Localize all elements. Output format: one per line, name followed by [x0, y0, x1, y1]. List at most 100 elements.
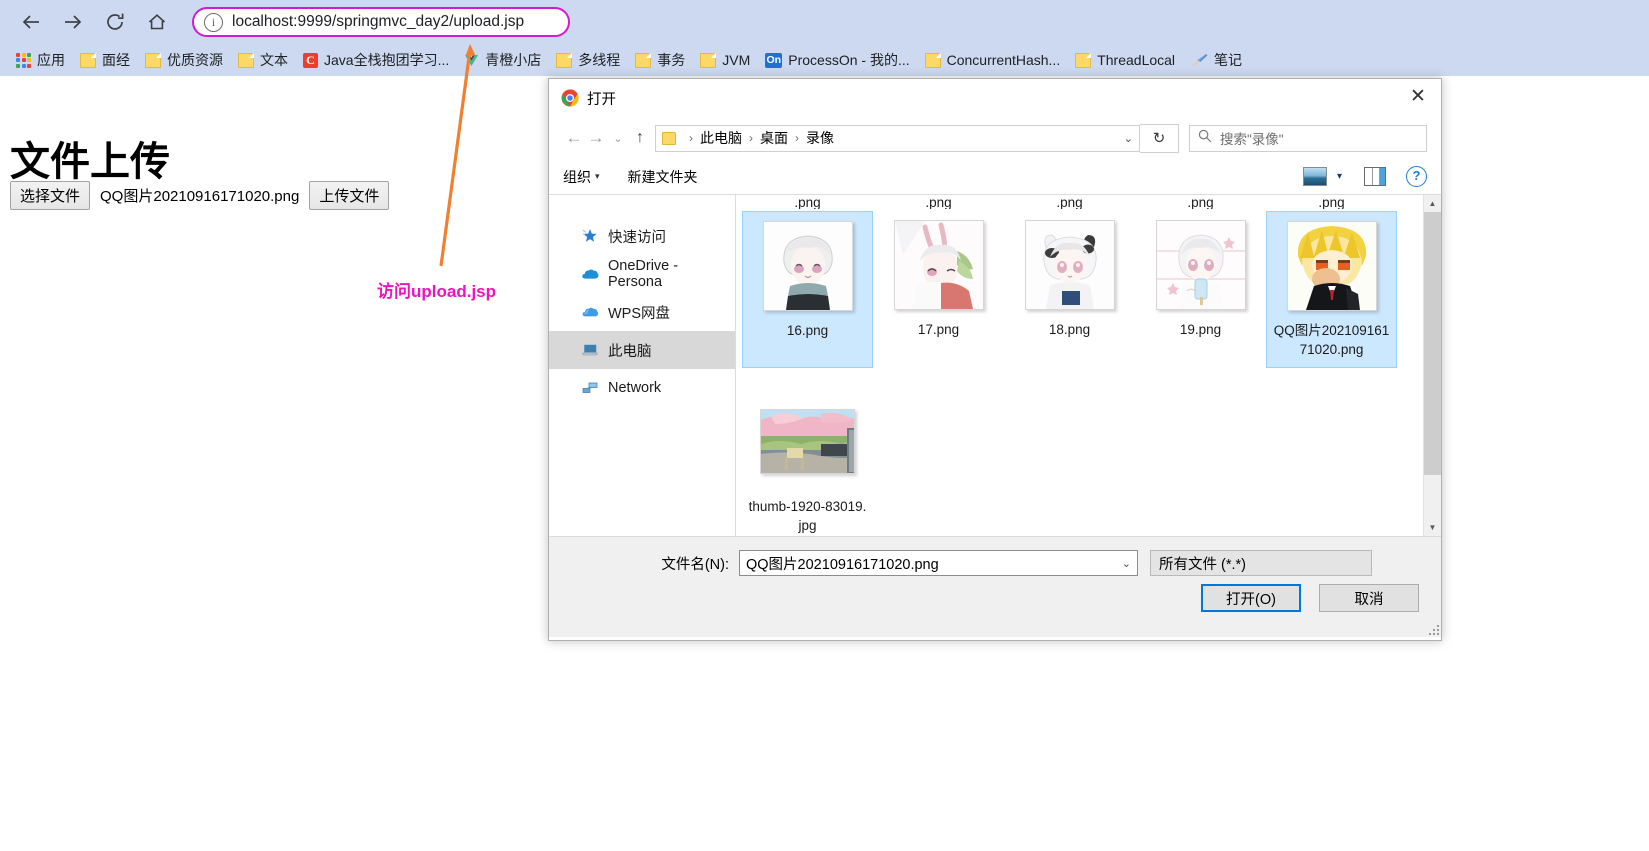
file-item-qq-image[interactable]: QQ图片20210916171020.png [1266, 211, 1397, 368]
open-button[interactable]: 打开(O) [1201, 584, 1301, 612]
sidebar-item-label: Network [608, 380, 661, 396]
file-name-label: 19.png [1180, 320, 1221, 339]
file-name-label: 17.png [918, 320, 959, 339]
filename-input-value: QQ图片20210916171020.png [746, 553, 1122, 574]
search-input[interactable]: 搜索"录像" [1189, 125, 1427, 152]
help-icon[interactable]: ? [1406, 166, 1427, 187]
thumbnail-anime-cow-hood [1025, 220, 1115, 310]
file-name-label: thumb-1920-83019.jpg [749, 497, 867, 535]
file-item-17[interactable]: 17.png [873, 211, 1004, 368]
organize-menu[interactable]: 组织 ▾ [563, 167, 600, 187]
dialog-recent-locations-icon[interactable]: ⌄ [607, 132, 629, 145]
sidebar-item-network[interactable]: Network [549, 369, 735, 407]
dialog-title: 打开 [587, 88, 616, 109]
sidebar-item-label: OneDrive - Persona [608, 258, 735, 290]
dialog-title-bar: 打开 ✕ [549, 79, 1441, 117]
search-icon [1198, 129, 1212, 148]
thumbnail-wrap [1153, 217, 1248, 312]
file-type-filter-value: 所有文件 (*.*) [1159, 553, 1246, 574]
file-name-label: QQ图片20210916171020.png [1273, 321, 1391, 359]
breadcrumb-item-desktop[interactable]: 桌面 [760, 128, 788, 148]
filename-label: 文件名(N): [549, 553, 739, 574]
sidebar-item-label: 此电脑 [608, 340, 652, 361]
onedrive-cloud-icon [581, 265, 599, 283]
sidebar-item-this-pc[interactable]: 此电脑 [549, 331, 735, 369]
refresh-button[interactable]: ↻ [1140, 124, 1179, 153]
dialog-bottom-bar: 文件名(N): QQ图片20210916171020.png ⌄ 所有文件 (*… [549, 536, 1441, 637]
partial-file-label: .png [742, 195, 873, 209]
view-large-icons-icon[interactable] [1303, 167, 1327, 186]
this-pc-icon [581, 341, 599, 359]
toolbar-right-group: ▾ ? [1303, 166, 1427, 187]
network-icon [581, 379, 599, 397]
file-name-label: 16.png [787, 321, 828, 340]
folder-icon [662, 132, 676, 145]
dialog-sidebar: 快速访问 OneDrive - Persona WPS网盘 此电脑 [549, 195, 736, 536]
breadcrumb-item-recordings[interactable]: 录像 [806, 128, 834, 148]
wps-cloud-icon [581, 303, 599, 321]
file-item-18[interactable]: 18.png [1004, 211, 1135, 368]
thumbnail-wrap [760, 394, 855, 489]
file-item-thumb-1920[interactable]: thumb-1920-83019.jpg [742, 388, 873, 536]
chevron-down-icon[interactable]: ⌄ [1122, 557, 1131, 570]
file-list-area[interactable]: .png .png .png .png .png [736, 195, 1441, 536]
file-list-scrollbar[interactable]: ▲ ▼ [1423, 195, 1441, 536]
new-folder-button[interactable]: 新建文件夹 [628, 167, 698, 187]
resize-grip[interactable] [1427, 623, 1439, 635]
file-item-19[interactable]: 19.png [1135, 211, 1266, 368]
file-grid: 16.png [736, 211, 1441, 536]
dialog-address-row: ← → ⌄ ↑ › 此电脑 › 桌面 › 录像 ⌄ ↻ 搜索"录像" [549, 117, 1441, 159]
filename-input[interactable]: QQ图片20210916171020.png ⌄ [739, 550, 1138, 576]
annotation-visit-upload-jsp: 访问upload.jsp [377, 277, 496, 302]
filename-row: 文件名(N): QQ图片20210916171020.png ⌄ 所有文件 (*… [549, 549, 1441, 577]
dialog-buttons: 打开(O) 取消 [1201, 584, 1419, 612]
scrollbar-thumb[interactable] [1424, 212, 1441, 475]
quick-access-star-icon [581, 227, 599, 245]
sidebar-item-quick-access[interactable]: 快速访问 [549, 217, 735, 255]
file-name-label: 18.png [1049, 320, 1090, 339]
chrome-icon [561, 89, 579, 107]
breadcrumb-separator: › [795, 131, 799, 145]
dialog-back-icon[interactable]: ← [563, 128, 585, 148]
thumbnail-anime-blond-suit [1287, 221, 1377, 311]
dialog-main-area: 快速访问 OneDrive - Persona WPS网盘 此电脑 [549, 195, 1441, 536]
breadcrumb[interactable]: › 此电脑 › 桌面 › 录像 ⌄ [655, 125, 1140, 152]
chevron-down-icon[interactable]: ⌄ [1124, 132, 1133, 145]
thumbnail-wrap [1022, 217, 1117, 312]
sidebar-item-onedrive[interactable]: OneDrive - Persona [549, 255, 735, 293]
sidebar-item-label: WPS网盘 [608, 302, 670, 323]
partial-row-above: .png .png .png .png .png [736, 195, 1441, 209]
breadcrumb-item-this-pc[interactable]: 此电脑 [700, 128, 742, 148]
sidebar-item-label: 快速访问 [608, 226, 666, 247]
breadcrumb-separator: › [689, 131, 693, 145]
breadcrumb-separator: › [749, 131, 753, 145]
scroll-down-icon[interactable]: ▼ [1424, 519, 1441, 536]
scroll-up-icon[interactable]: ▲ [1424, 195, 1441, 212]
cancel-button[interactable]: 取消 [1319, 584, 1419, 612]
preview-pane-icon[interactable] [1364, 167, 1386, 186]
file-open-dialog: 打开 ✕ ← → ⌄ ↑ › 此电脑 › 桌面 › 录像 ⌄ ↻ 搜索"录像" [548, 78, 1442, 641]
sidebar-item-wps-cloud[interactable]: WPS网盘 [549, 293, 735, 331]
dialog-up-icon[interactable]: ↑ [629, 129, 651, 147]
search-placeholder: 搜索"录像" [1220, 128, 1284, 148]
organize-label: 组织 [563, 167, 591, 187]
thumbnail-anime-white-hair-scarf [763, 221, 853, 311]
thumbnail-anime-bunny-ears [894, 220, 984, 310]
thumbnail-wrap [760, 218, 855, 313]
partial-file-label: .png [1266, 195, 1397, 209]
chevron-down-icon: ▾ [595, 171, 600, 182]
refresh-icon: ↻ [1153, 129, 1166, 147]
thumbnail-wrap [891, 217, 986, 312]
close-icon[interactable]: ✕ [1395, 79, 1441, 113]
chevron-down-icon[interactable]: ▾ [1337, 171, 1342, 182]
thumbnail-wrap [1284, 218, 1379, 313]
partial-file-label: .png [1004, 195, 1135, 209]
partial-file-label: .png [873, 195, 1004, 209]
file-type-filter-select[interactable]: 所有文件 (*.*) [1150, 550, 1372, 576]
file-item-16[interactable]: 16.png [742, 211, 873, 368]
dialog-forward-icon[interactable]: → [585, 128, 607, 148]
dialog-toolbar: 组织 ▾ 新建文件夹 ▾ ? [549, 159, 1441, 195]
thumbnail-anime-popsicle [1156, 220, 1246, 310]
thumbnail-cherry-blossom-street [760, 409, 855, 474]
partial-file-label: .png [1135, 195, 1266, 209]
